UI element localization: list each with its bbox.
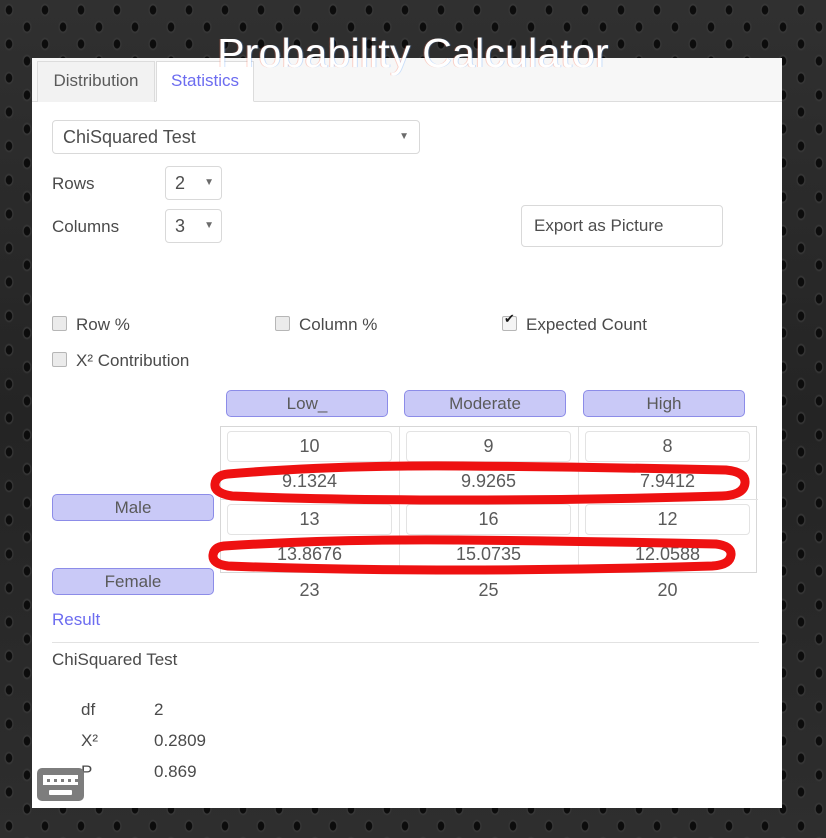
checkbox-box-checked[interactable]	[502, 312, 517, 331]
observed-input[interactable]: 9	[406, 431, 571, 462]
stat-key: X²	[81, 731, 98, 750]
stat-key: df	[81, 700, 96, 719]
table-cell: 9 9.9265	[400, 427, 579, 500]
chevron-down-icon: ▼	[399, 131, 409, 142]
keyboard-keys	[43, 775, 78, 785]
rows-label: Rows	[52, 174, 95, 193]
table-cell: 8 7.9412	[579, 427, 758, 500]
column-total-0: 23	[299, 580, 320, 600]
table-grid: 10 9.1324 9 9.9265 8 7.9412 13 13.8676 1…	[220, 426, 758, 573]
stat-value: 2	[154, 700, 164, 719]
rows-select-value: 2	[175, 173, 186, 193]
columns-label: Columns	[52, 217, 120, 236]
column-total-2: 20	[657, 580, 678, 600]
columns-select[interactable]: 3 ▼	[165, 209, 222, 243]
test-select-value: ChiSquared Test	[63, 127, 196, 147]
checkbox-row-percent[interactable]: Row %	[52, 315, 130, 335]
keyboard-icon[interactable]	[37, 768, 84, 801]
table-cell: 13 13.8676	[221, 500, 400, 573]
checkbox-box[interactable]	[52, 352, 67, 367]
observed-input[interactable]: 12	[585, 504, 750, 535]
main-card: Distribution Statistics ChiSquared Test …	[32, 58, 782, 808]
checkbox-x2-contribution[interactable]: X² Contribution	[52, 351, 189, 371]
observed-input[interactable]: 8	[585, 431, 750, 462]
result-test-name: ChiSquared Test	[52, 650, 178, 669]
checkbox-label: Row %	[76, 315, 130, 334]
expected-count-value: 12.0588	[634, 544, 701, 564]
export-as-picture-button[interactable]: Export as Picture	[521, 205, 723, 247]
result-divider	[52, 642, 759, 643]
expected-count-value: 9.9265	[460, 471, 517, 491]
checkbox-label: X² Contribution	[76, 351, 190, 370]
table-cell: 16 15.0735	[400, 500, 579, 573]
card-body: ChiSquared Test ▼ Rows 2 ▼ Columns 3 ▼ E…	[32, 102, 782, 808]
observed-input[interactable]: 10	[227, 431, 392, 462]
checkbox-column-percent[interactable]: Column %	[275, 315, 377, 335]
keyboard-spacebar	[49, 790, 72, 795]
checkbox-label: Expected Count	[526, 315, 647, 334]
checkbox-box[interactable]	[275, 316, 290, 331]
checkbox-expected-count[interactable]: Expected Count	[502, 312, 647, 335]
table-cell: 10 9.1324	[221, 427, 400, 500]
rows-select[interactable]: 2 ▼	[165, 166, 222, 200]
stat-value: 0.2809	[154, 731, 206, 750]
column-header-2[interactable]: High	[583, 390, 745, 417]
stat-value: 0.869	[154, 762, 197, 781]
contingency-table: Low_ Moderate High Male Female 10 9.1324…	[32, 390, 782, 600]
checkbox-label: Column %	[299, 315, 378, 334]
chevron-down-icon: ▼	[204, 177, 214, 188]
table-cell: 12 12.0588	[579, 500, 758, 573]
checkbox-box[interactable]	[52, 316, 67, 331]
test-select[interactable]: ChiSquared Test ▼	[52, 120, 420, 154]
column-header-1[interactable]: Moderate	[404, 390, 566, 417]
result-heading: Result	[52, 610, 101, 629]
expected-count-value: 15.0735	[455, 544, 522, 564]
observed-input[interactable]: 13	[227, 504, 392, 535]
expected-count-value: 9.1324	[281, 471, 338, 491]
row-header-1[interactable]: Female	[52, 568, 214, 595]
expected-count-value: 7.9412	[639, 471, 696, 491]
row-header-0[interactable]: Male	[52, 494, 214, 521]
observed-input[interactable]: 16	[406, 504, 571, 535]
chevron-down-icon: ▼	[204, 220, 214, 231]
columns-select-value: 3	[175, 216, 186, 236]
column-total-1: 25	[478, 580, 499, 600]
column-header-0[interactable]: Low_	[226, 390, 388, 417]
expected-count-value: 13.8676	[276, 544, 343, 564]
page-title: Probability Calculator	[217, 30, 609, 77]
